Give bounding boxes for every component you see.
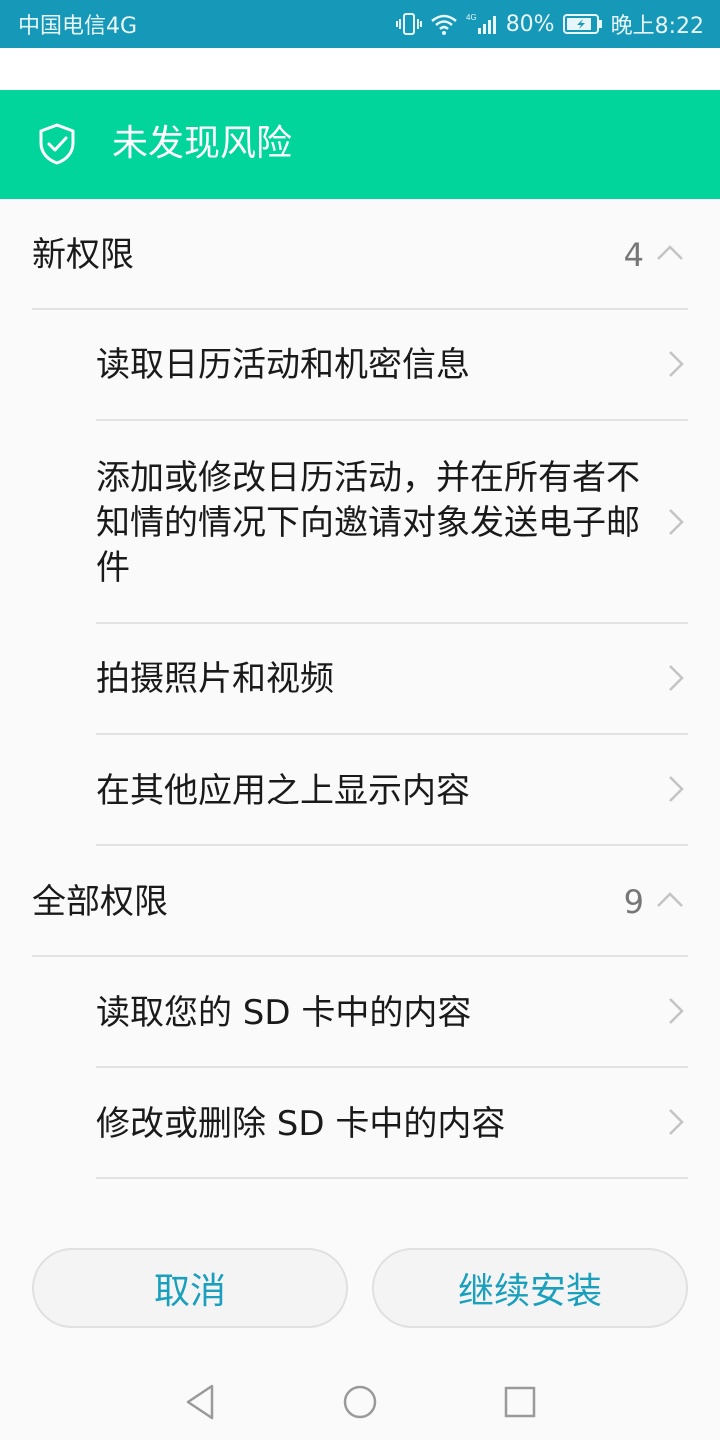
chevron-right-icon	[668, 1108, 684, 1136]
clock: 晚上8:22	[610, 14, 704, 39]
battery-icon	[562, 13, 603, 35]
permission-item[interactable]: 拍摄照片和视频	[0, 624, 720, 734]
permission-item[interactable]: 读取日历活动和机密信息	[0, 310, 720, 420]
status-icons: 4G 80% 晚上8:22	[395, 8, 704, 40]
permission-label: 拍摄照片和视频	[96, 659, 334, 699]
recents-icon[interactable]	[500, 1382, 540, 1422]
banner-title: 未发现风险	[112, 123, 293, 164]
permission-item[interactable]: 修改或删除 SD 卡中的内容	[0, 1068, 720, 1178]
status-bar: 中国电信4G 4G 80% 晚上8:22	[0, 0, 720, 48]
permission-label: 读取日历活动和机密信息	[96, 345, 470, 385]
permission-label: 修改或删除 SD 卡中的内容	[96, 1104, 506, 1144]
section-label: 全部权限	[32, 882, 168, 922]
chevron-right-icon	[668, 508, 684, 536]
section-header-new-permissions[interactable]: 新权限 4	[0, 199, 720, 309]
navigation-bar	[0, 1360, 720, 1440]
wifi-icon	[430, 12, 458, 36]
svg-text:4G: 4G	[466, 13, 477, 22]
divider	[96, 1177, 688, 1179]
permission-item[interactable]: 添加或修改日历活动，并在所有者不知情的情况下向邀请对象发送电子邮件	[0, 421, 720, 623]
chevron-right-icon	[668, 350, 684, 378]
chevron-up-icon	[656, 890, 684, 910]
home-icon[interactable]	[340, 1382, 380, 1422]
permission-label: 添加或修改日历活动，并在所有者不知情的情况下向邀请对象发送电子邮件	[96, 458, 640, 588]
carrier-label: 中国电信4G	[18, 14, 138, 39]
permission-item[interactable]: 在其他应用之上显示内容	[0, 735, 720, 845]
battery-percent: 80%	[505, 11, 555, 37]
permission-item[interactable]: 读取您的 SD 卡中的内容	[0, 957, 720, 1067]
section-label: 新权限	[32, 235, 134, 275]
section-count: 9	[623, 883, 644, 921]
section-count: 4	[623, 236, 644, 274]
chevron-up-icon	[656, 243, 684, 263]
permission-label: 读取您的 SD 卡中的内容	[96, 993, 472, 1033]
back-icon[interactable]	[180, 1382, 220, 1422]
signal-icon: 4G	[466, 12, 498, 36]
risk-banner: 未发现风险	[0, 90, 720, 199]
vibrate-icon	[395, 12, 422, 36]
shield-check-icon	[38, 123, 76, 165]
chevron-right-icon	[668, 664, 684, 692]
chevron-right-icon	[668, 997, 684, 1025]
header-spacer	[0, 48, 720, 90]
continue-install-button[interactable]: 继续安装	[372, 1248, 688, 1328]
permission-label: 在其他应用之上显示内容	[96, 771, 470, 811]
section-header-all-permissions[interactable]: 全部权限 9	[0, 846, 720, 956]
chevron-right-icon	[668, 775, 684, 803]
cancel-button[interactable]: 取消	[32, 1248, 348, 1328]
